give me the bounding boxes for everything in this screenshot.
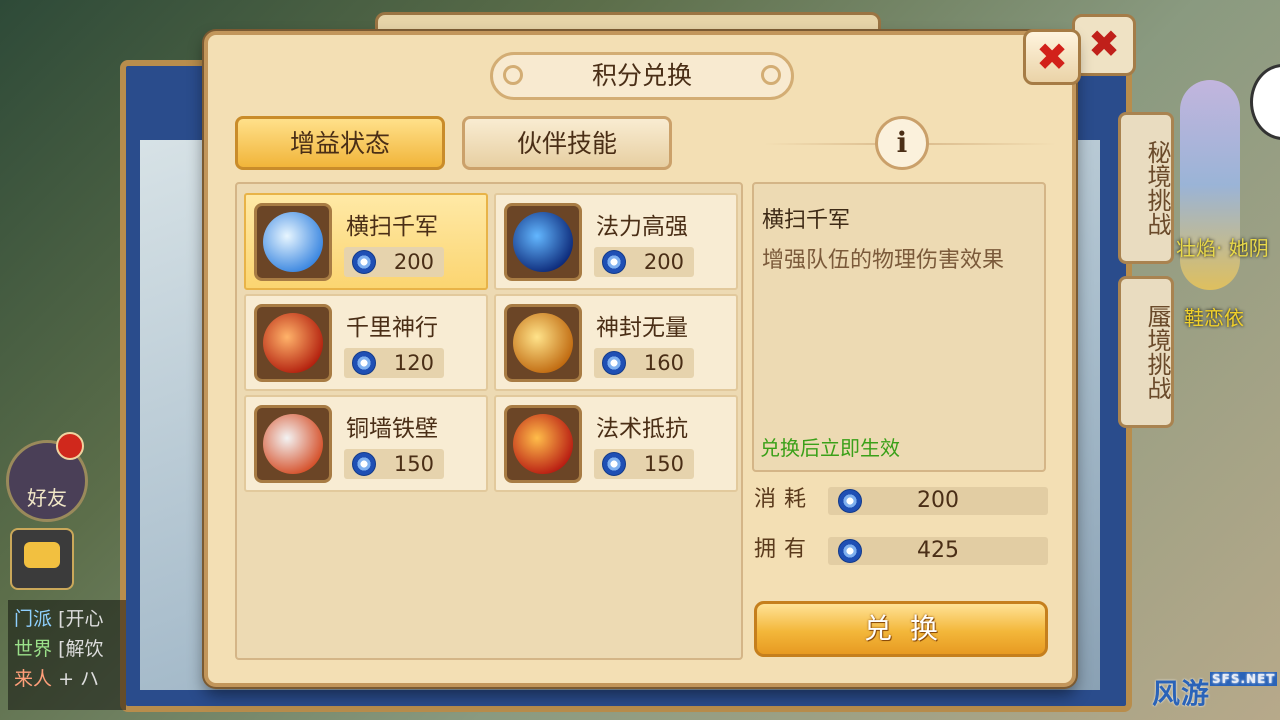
item-cost: 200 bbox=[344, 247, 444, 277]
points-coin-icon bbox=[352, 452, 376, 476]
shield-icon bbox=[254, 405, 332, 483]
close-icon: ✖ bbox=[1036, 35, 1068, 79]
detail-effect-note: 兑换后立即生效 bbox=[760, 436, 900, 460]
item-cost: 200 bbox=[594, 247, 694, 277]
item-cost: 120 bbox=[344, 348, 444, 378]
own-label: 拥有 bbox=[754, 537, 815, 562]
item-name: 千里神行 bbox=[346, 315, 438, 341]
points-coin-icon bbox=[352, 250, 376, 274]
info-button[interactable]: i bbox=[875, 116, 929, 170]
character-name-1: 壮焰· 她阴 bbox=[1176, 236, 1269, 260]
background-close-icon: ✖ bbox=[1072, 14, 1136, 76]
exchange-item[interactable]: 神封无量 160 bbox=[494, 294, 738, 391]
consume-value: 200 bbox=[917, 488, 959, 513]
exchange-item[interactable]: 铜墙铁壁 150 bbox=[244, 395, 488, 492]
side-tab-mirage-realm[interactable]: 蜃境挑战 bbox=[1118, 276, 1174, 428]
chat-line: 世界 [解饮 bbox=[14, 638, 104, 660]
points-exchange-dialog: 积分兑换 ✖ 增益状态 伙伴技能 i 横扫千军 200 法力高强 200 千里神… bbox=[204, 29, 1081, 687]
item-detail-panel: 横扫千军 增强队伍的物理伤害效果 兑换后立即生效 bbox=[752, 182, 1046, 472]
consume-label: 消耗 bbox=[754, 487, 815, 512]
tab-buff-status[interactable]: 增益状态 bbox=[235, 116, 445, 170]
items-grid: 横扫千军 200 法力高强 200 千里神行 120 神封无量 160 铜墙铁壁… bbox=[235, 182, 743, 660]
site-watermark: 风游 SFS.NET bbox=[1152, 672, 1278, 710]
character-name-2: 鞋恋依 bbox=[1184, 306, 1244, 330]
detail-description: 增强队伍的物理伤害效果 bbox=[762, 248, 1005, 273]
item-name: 横扫千军 bbox=[346, 214, 438, 240]
points-coin-icon bbox=[602, 351, 626, 375]
friends-label: 好友 bbox=[27, 486, 67, 510]
item-name: 法术抵抗 bbox=[596, 416, 688, 442]
red-phoenix-icon bbox=[254, 304, 332, 382]
chat-button[interactable] bbox=[10, 528, 74, 590]
points-coin-icon bbox=[838, 539, 862, 563]
item-name: 铜墙铁壁 bbox=[346, 416, 438, 442]
whirlwind-sword-icon bbox=[254, 203, 332, 281]
item-name: 神封无量 bbox=[596, 315, 688, 341]
golden-ring-icon bbox=[504, 304, 582, 382]
points-coin-icon bbox=[838, 489, 862, 513]
dialog-title: 积分兑换 bbox=[490, 52, 794, 100]
exchange-item[interactable]: 横扫千军 200 bbox=[244, 193, 488, 290]
close-button[interactable]: ✖ bbox=[1023, 29, 1081, 85]
blue-skull-icon bbox=[504, 203, 582, 281]
chat-line: 门派 [开心 bbox=[14, 608, 104, 630]
points-coin-icon bbox=[602, 250, 626, 274]
chat-line: 来人 + ハ bbox=[14, 668, 100, 690]
own-value-bar: 425 bbox=[828, 537, 1048, 565]
points-coin-icon bbox=[352, 351, 376, 375]
side-tab-secret-realm[interactable]: 秘境挑战 bbox=[1118, 112, 1174, 264]
chat-bubble-icon bbox=[24, 542, 60, 568]
item-cost: 150 bbox=[344, 449, 444, 479]
exchange-item[interactable]: 千里神行 120 bbox=[244, 294, 488, 391]
consume-value-bar: 200 bbox=[828, 487, 1048, 515]
item-cost: 160 bbox=[594, 348, 694, 378]
chat-log: 门派 [开心 世界 [解饮 来人 + ハ bbox=[8, 600, 126, 710]
exchange-item[interactable]: 法术抵抗 150 bbox=[494, 395, 738, 492]
red-demon-icon bbox=[504, 405, 582, 483]
exchange-item[interactable]: 法力高强 200 bbox=[494, 193, 738, 290]
info-icon: i bbox=[896, 126, 908, 159]
item-cost: 150 bbox=[594, 449, 694, 479]
tab-partner-skills[interactable]: 伙伴技能 bbox=[462, 116, 672, 170]
panda-avatar[interactable] bbox=[1250, 64, 1280, 140]
detail-item-name: 横扫千军 bbox=[762, 208, 851, 233]
exchange-button[interactable]: 兑换 bbox=[754, 601, 1048, 657]
item-name: 法力高强 bbox=[596, 214, 688, 240]
notification-dot bbox=[56, 432, 84, 460]
points-coin-icon bbox=[602, 452, 626, 476]
own-value: 425 bbox=[917, 538, 959, 563]
